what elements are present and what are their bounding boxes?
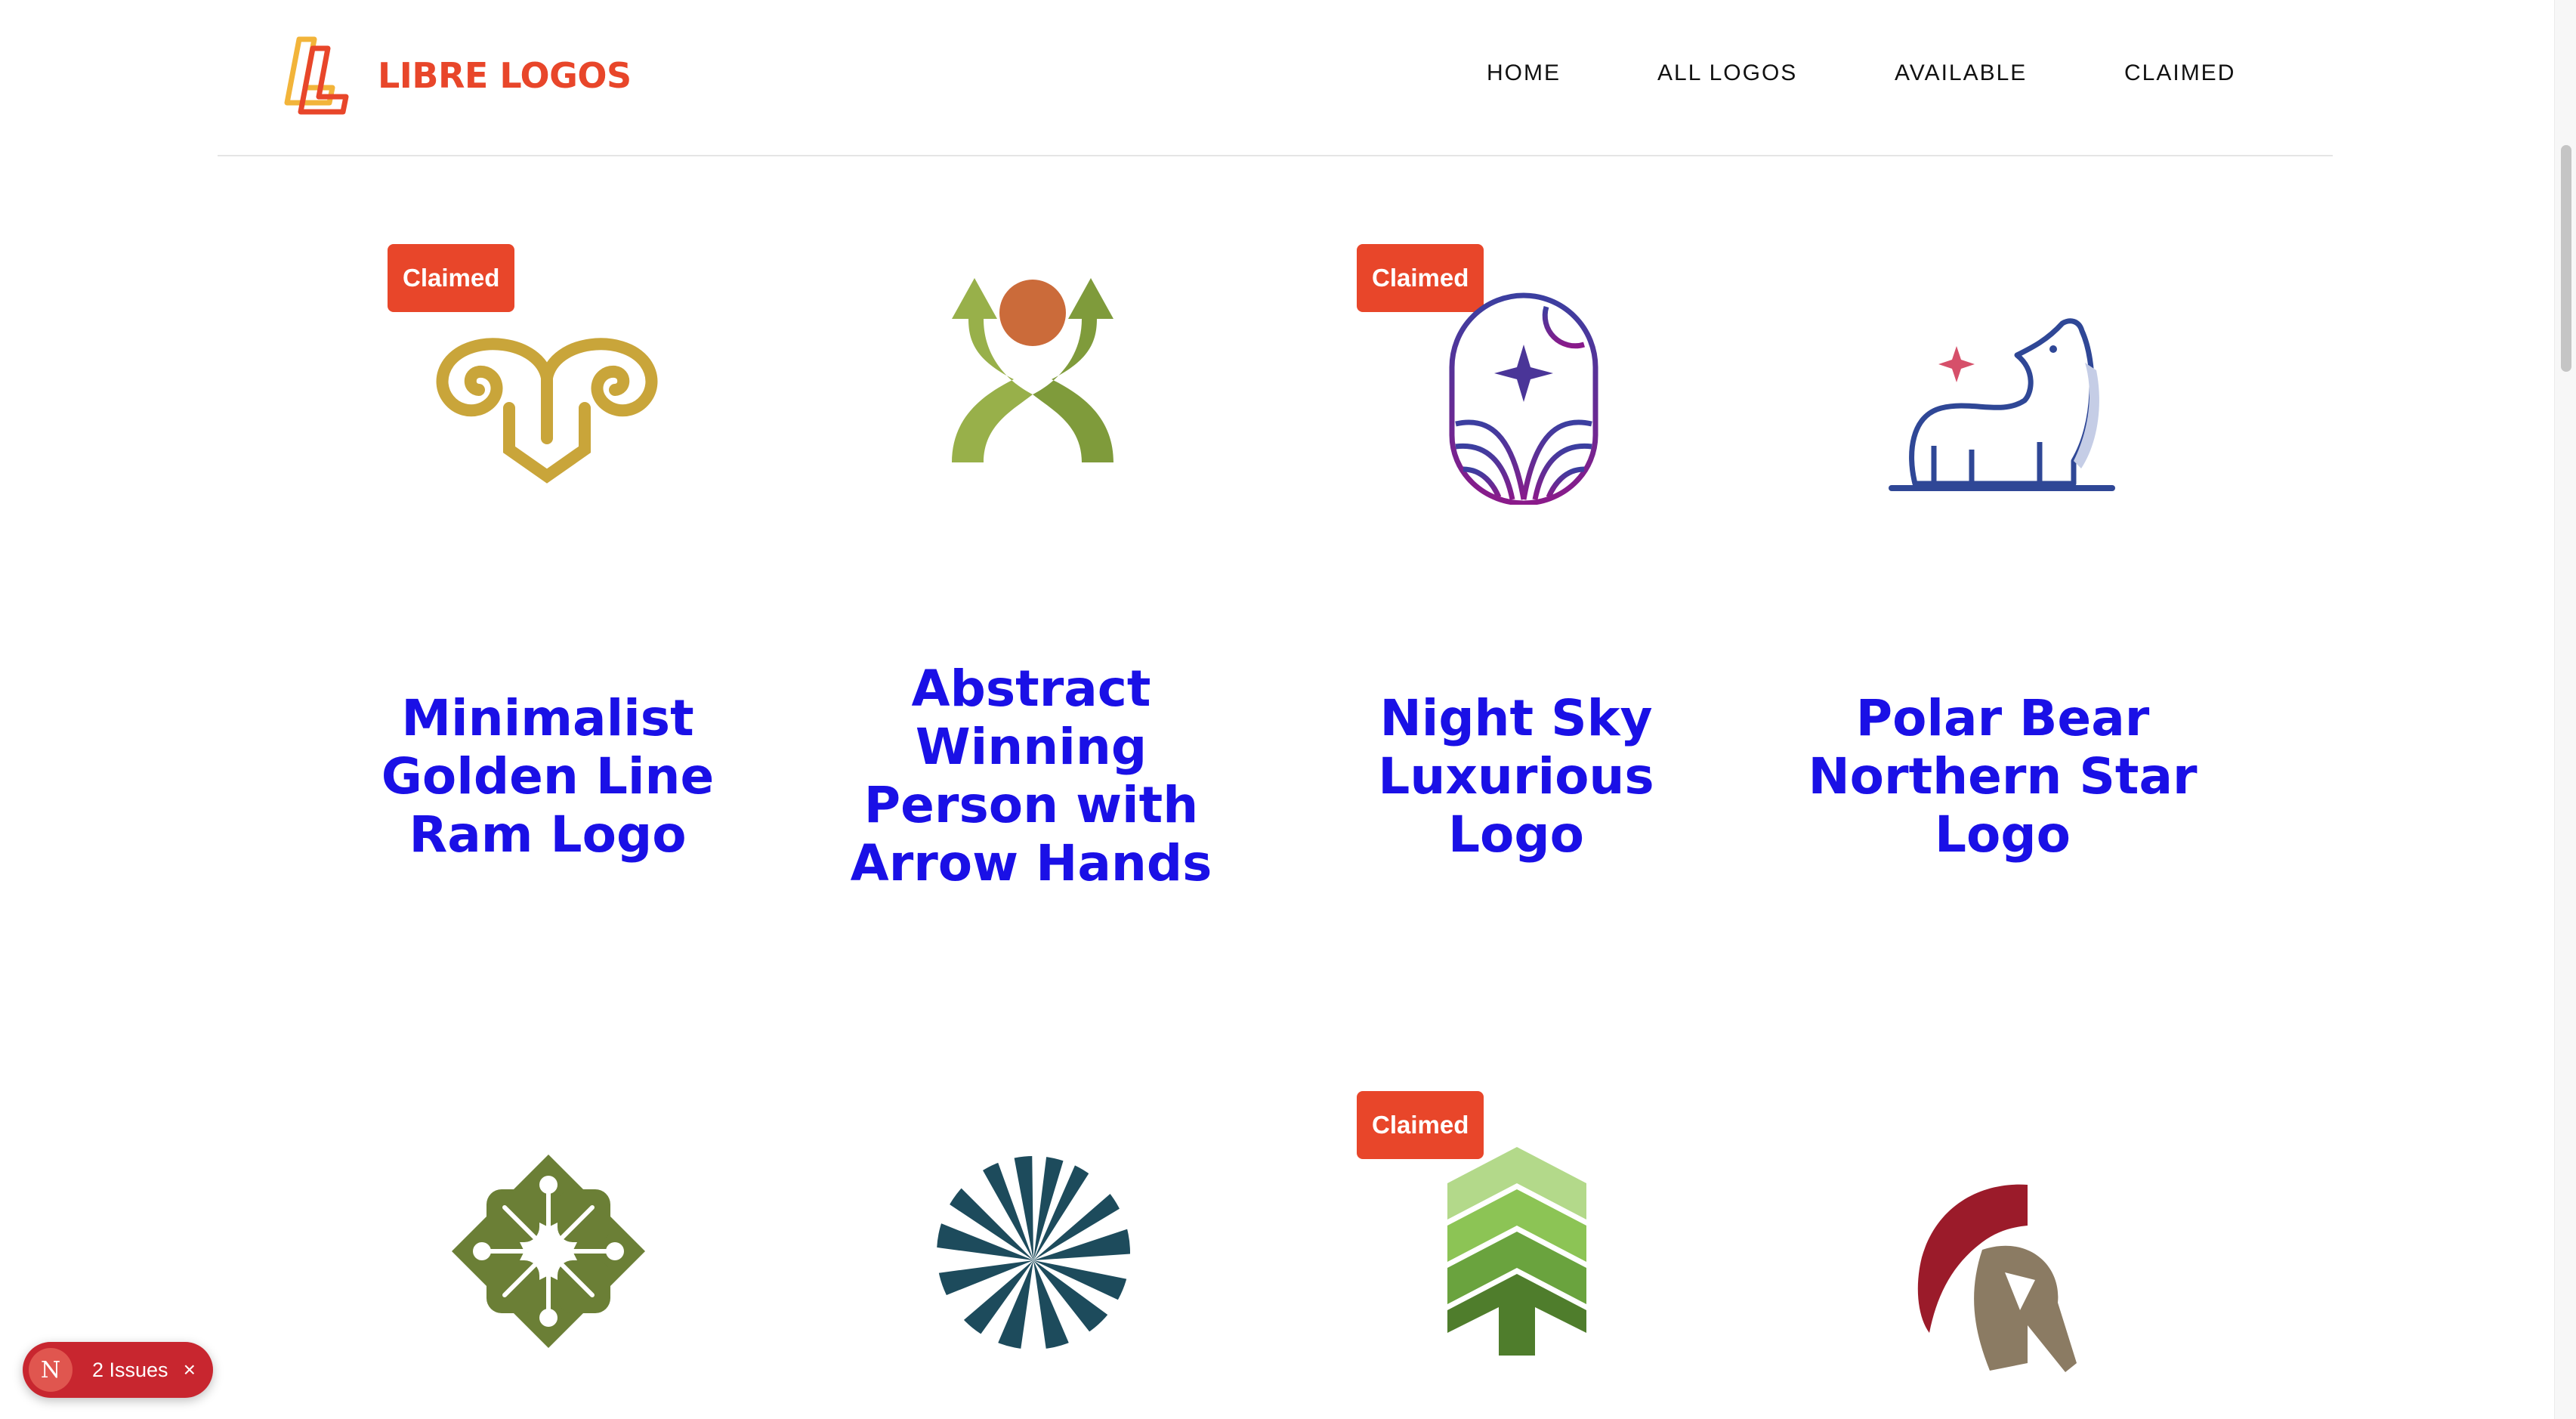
site-header: LIBRE LOGOS HOME ALL LOGOS AVAILABLE CLA… [218, 0, 2333, 156]
scrollbar-thumb[interactable] [2561, 145, 2571, 372]
nav-claimed[interactable]: CLAIMED [2124, 60, 2235, 86]
brand-name: LIBRE LOGOS [378, 55, 632, 96]
logo-title[interactable]: Polar Bear Northern Star Logo [1791, 689, 2214, 864]
logo-title[interactable]: Night Sky Luxurious Logo [1305, 689, 1728, 864]
claimed-badge: Claimed [388, 244, 515, 312]
polar-bear-icon [1889, 318, 2115, 491]
ram-horns-icon [436, 338, 658, 484]
issues-badge[interactable]: N 2 Issues × [23, 1342, 213, 1398]
logo-title[interactable]: Abstract Winning Person with Arrow Hands [820, 660, 1243, 892]
nav-all-logos[interactable]: ALL LOGOS [1657, 60, 1797, 86]
clover-flower-icon [452, 1155, 645, 1348]
issues-label: 2 Issues [92, 1358, 168, 1381]
nav-available[interactable]: AVAILABLE [1895, 60, 2027, 86]
nav-home[interactable]: HOME [1487, 60, 1561, 86]
winning-person-icon [952, 278, 1113, 462]
logo-title[interactable]: Minimalist Golden Line Ram Logo [336, 689, 759, 864]
close-icon[interactable]: × [184, 1358, 196, 1382]
nextjs-icon: N [29, 1348, 73, 1392]
libre-logos-mark-icon [284, 36, 349, 115]
brand-logo[interactable]: LIBRE LOGOS [278, 35, 632, 116]
radial-burst-icon [937, 1156, 1130, 1349]
night-sky-icon [1449, 292, 1598, 505]
spartan-helmet-icon [1917, 1184, 2077, 1372]
scrollbar[interactable] [2554, 0, 2576, 1419]
tree-arrows-icon [1447, 1147, 1586, 1356]
